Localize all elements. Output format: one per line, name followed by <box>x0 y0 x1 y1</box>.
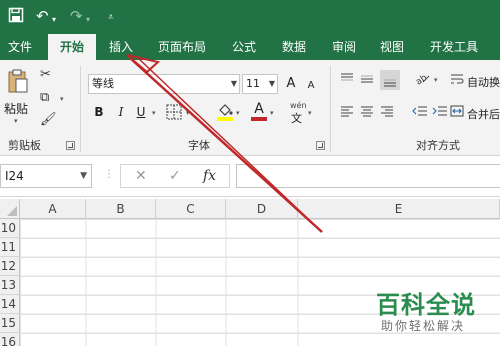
chevron-down-icon: ▼ <box>230 79 237 88</box>
watermark-title: 百科全说 <box>376 291 476 319</box>
formula-buttons: ✕ ✓ fx <box>120 164 230 188</box>
name-box[interactable]: I24 ▼ <box>0 164 92 188</box>
formula-input[interactable] <box>236 164 500 188</box>
name-box-value: I24 <box>5 169 24 183</box>
align-top-icon[interactable] <box>340 72 354 91</box>
align-left-icon[interactable] <box>340 104 354 123</box>
align-middle-icon[interactable] <box>360 72 374 91</box>
border-dropdown-icon[interactable]: ▾ <box>186 109 190 117</box>
column-header-e[interactable]: E <box>298 199 500 219</box>
row-header[interactable]: 13 <box>0 276 20 295</box>
drag-handle-icon[interactable]: ⋮ <box>104 169 114 180</box>
decrease-indent-icon[interactable] <box>412 104 428 123</box>
row-header[interactable]: 10 <box>0 219 20 238</box>
row-header[interactable]: 15 <box>0 314 20 333</box>
undo-icon[interactable]: ↶ <box>36 7 49 25</box>
pinyin-icon[interactable]: 文 <box>291 110 302 126</box>
clipboard-launcher-icon[interactable] <box>66 141 75 150</box>
align-bottom-icon[interactable] <box>380 70 400 90</box>
clipboard-group-label: 剪贴板 <box>8 139 41 152</box>
save-icon[interactable] <box>8 7 24 23</box>
paste-label[interactable]: 粘贴 <box>4 100 28 117</box>
undo-dropdown-icon[interactable]: ▾ <box>52 11 56 29</box>
merge-center-icon[interactable] <box>450 104 464 123</box>
column-header-d[interactable]: D <box>226 199 298 219</box>
tab-developer[interactable]: 开发工具 <box>424 34 484 60</box>
font-size-select[interactable]: 11 ▼ <box>242 74 278 94</box>
tab-page-layout[interactable]: 页面布局 <box>152 34 212 60</box>
redo-dropdown-icon[interactable]: ▾ <box>86 11 90 29</box>
font-name-select[interactable]: 等线 ▼ <box>88 74 240 94</box>
align-right-icon[interactable] <box>380 104 394 123</box>
format-painter-icon[interactable]: 🖌 <box>40 112 57 128</box>
tab-file[interactable]: 文件 <box>0 34 40 60</box>
fill-color-icon[interactable] <box>216 102 234 127</box>
copy-icon[interactable]: ⧉ <box>40 90 49 106</box>
ribbon-tabs: 文件 开始 插入 页面布局 公式 数据 审阅 视图 开发工具 <box>0 34 500 60</box>
column-header-a[interactable]: A <box>20 199 86 219</box>
group-divider <box>80 66 81 152</box>
wrap-text-icon[interactable] <box>450 72 464 91</box>
underline-button[interactable]: U <box>132 103 150 121</box>
font-color-swatch <box>251 117 267 121</box>
align-center-icon[interactable] <box>360 104 374 123</box>
pinyin-label[interactable]: wén <box>290 101 307 110</box>
insert-function-icon[interactable]: fx <box>203 167 216 185</box>
paste-dropdown-icon[interactable]: ▾ <box>14 117 18 125</box>
orientation-icon[interactable]: ab <box>414 72 430 91</box>
group-divider <box>330 66 331 152</box>
font-group-label: 字体 <box>188 139 210 152</box>
fill-color-dropdown-icon[interactable]: ▾ <box>236 109 240 117</box>
font-launcher-icon[interactable] <box>316 141 325 150</box>
customize-qa-icon[interactable]: ⩡ <box>108 9 114 27</box>
cancel-icon[interactable]: ✕ <box>135 167 147 185</box>
font-color-button[interactable]: A <box>250 100 268 118</box>
title-bar: ↶ ▾ ↷ ▾ ⩡ <box>0 0 500 34</box>
tab-view[interactable]: 视图 <box>372 34 412 60</box>
underline-dropdown-icon[interactable]: ▾ <box>152 109 156 117</box>
chevron-down-icon: ▼ <box>268 79 275 88</box>
chevron-down-icon: ▼ <box>80 171 87 181</box>
redo-icon[interactable]: ↷ <box>70 7 83 25</box>
tab-insert[interactable]: 插入 <box>100 34 142 60</box>
tab-formulas[interactable]: 公式 <box>222 34 266 60</box>
border-icon[interactable] <box>166 104 182 125</box>
copy-dropdown-icon[interactable]: ▾ <box>60 95 64 103</box>
orientation-dropdown-icon[interactable]: ▾ <box>434 76 438 84</box>
wrap-text-label[interactable]: 自动换行 <box>467 74 500 90</box>
cut-icon[interactable]: ✂ <box>40 67 51 83</box>
column-header-c[interactable]: C <box>156 199 226 219</box>
ribbon-home: 粘贴 ▾ ✂ ⧉ ▾ 🖌 剪贴板 等线 ▼ 11 ▼ A A B I U ▾ ▾… <box>0 60 500 156</box>
increase-indent-icon[interactable] <box>432 104 448 123</box>
row-header[interactable]: 14 <box>0 295 20 314</box>
font-color-dropdown-icon[interactable]: ▾ <box>270 109 274 117</box>
enter-icon[interactable]: ✓ <box>169 167 181 185</box>
row-header[interactable]: 12 <box>0 257 20 276</box>
italic-button[interactable]: I <box>112 103 130 121</box>
shrink-font-button[interactable]: A <box>302 77 320 95</box>
column-header-b[interactable]: B <box>86 199 156 219</box>
alignment-group-label: 对齐方式 <box>416 139 460 152</box>
tab-home[interactable]: 开始 <box>48 34 96 60</box>
tab-data[interactable]: 数据 <box>274 34 314 60</box>
formula-bar: I24 ▼ ⋮ ✕ ✓ fx <box>0 157 500 197</box>
tab-review[interactable]: 审阅 <box>324 34 364 60</box>
row-header[interactable]: 16 <box>0 333 20 346</box>
font-name-value: 等线 <box>92 77 114 90</box>
font-size-value: 11 <box>246 77 260 90</box>
grow-font-button[interactable]: A <box>282 75 300 93</box>
row-header[interactable]: 11 <box>0 238 20 257</box>
select-all-button[interactable] <box>0 199 20 219</box>
watermark-subtitle: 助你轻松解决 <box>381 319 466 333</box>
paste-icon[interactable] <box>6 68 30 96</box>
merge-center-label[interactable]: 合并后居中 <box>467 106 500 122</box>
svg-text:ab: ab <box>414 73 429 86</box>
pinyin-dropdown-icon[interactable]: ▾ <box>308 109 312 117</box>
bold-button[interactable]: B <box>90 103 108 121</box>
